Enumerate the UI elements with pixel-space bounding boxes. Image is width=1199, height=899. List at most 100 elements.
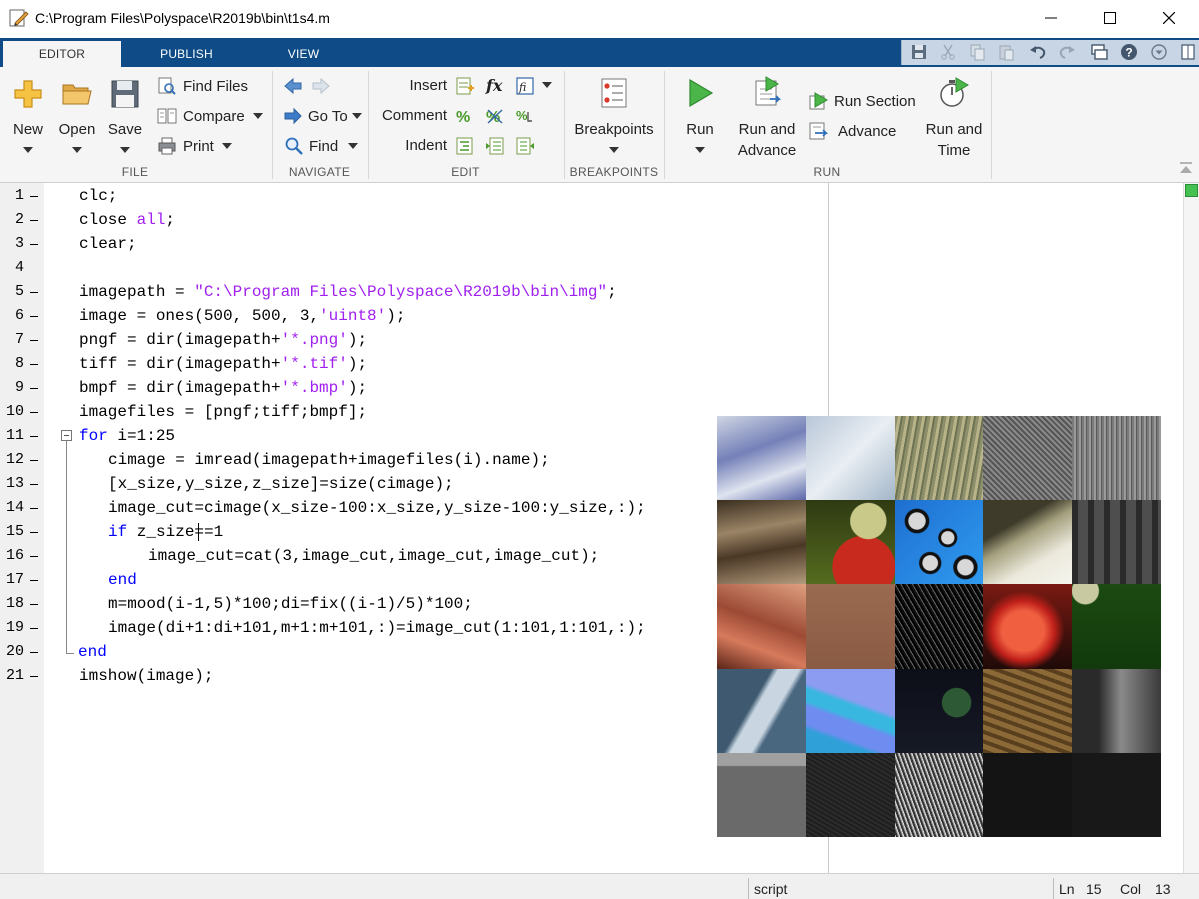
line-number-gutter: 1 2 3 4 5 6 7 8 9 10 11 12 13 14 15 16 17 18 19 20 21 xyxy=(0,183,44,873)
code-string: "C:\Program Files\Polyspace\R2019b\bin\i… xyxy=(194,283,608,301)
paste-icon[interactable] xyxy=(996,42,1016,62)
close-button[interactable] xyxy=(1140,0,1198,36)
comment-label: Comment xyxy=(381,107,447,124)
file-type-indicator: script xyxy=(748,878,1054,899)
run-section-button[interactable]: Run Section xyxy=(809,89,916,113)
code-line[interactable]: [x_size,y_size,z_size]=size(cimage); xyxy=(108,472,454,496)
smart-indent-icon[interactable] xyxy=(455,136,475,156)
chevron-down-icon xyxy=(120,147,130,153)
breakpoint-marker[interactable] xyxy=(30,292,38,293)
copy-icon[interactable] xyxy=(967,42,987,62)
find-files-button[interactable]: Find Files xyxy=(157,74,248,98)
breakpoint-marker[interactable] xyxy=(30,388,38,389)
breakpoint-marker[interactable] xyxy=(30,436,38,437)
code-line[interactable]: if z_size==1 xyxy=(108,520,223,544)
compare-label: Compare xyxy=(183,107,245,125)
vertical-scrollbar[interactable] xyxy=(1183,183,1199,873)
expand-toolstrip-icon[interactable] xyxy=(1149,42,1169,62)
run-button[interactable]: Run xyxy=(676,73,724,159)
minimize-button[interactable] xyxy=(1022,0,1080,36)
breakpoints-button[interactable]: Breakpoints xyxy=(570,73,658,159)
tab-editor[interactable]: EDITOR xyxy=(3,41,121,67)
code-line[interactable]: tiff = dir(imagepath+'*.tif'); xyxy=(79,352,367,376)
collapse-toolstrip-icon[interactable] xyxy=(1178,160,1194,178)
code-text: ); xyxy=(347,379,368,397)
code-line[interactable]: image_cut=cat(3,image_cut,image_cut,imag… xyxy=(148,544,599,568)
back-arrow-icon[interactable] xyxy=(283,76,303,96)
save-icon xyxy=(111,80,139,108)
insert-function-icon[interactable]: fx xyxy=(485,75,505,95)
breakpoint-marker[interactable] xyxy=(30,484,38,485)
breakpoint-marker[interactable] xyxy=(30,220,38,221)
undo-icon[interactable] xyxy=(1028,42,1048,62)
code-line[interactable]: imagefiles = [pngf;tiff;bmpf]; xyxy=(79,400,367,424)
fold-toggle-icon[interactable] xyxy=(61,430,72,441)
chevron-down-icon[interactable] xyxy=(542,82,552,88)
insert-section-icon[interactable] xyxy=(455,76,475,96)
comment-icon[interactable]: % xyxy=(455,106,475,126)
new-button[interactable]: New xyxy=(4,73,52,159)
breakpoint-marker[interactable] xyxy=(30,460,38,461)
wrap-comments-icon[interactable]: % xyxy=(515,106,535,126)
insert-function-template-icon[interactable]: fi xyxy=(515,76,535,96)
help-icon[interactable]: ? xyxy=(1119,42,1139,62)
breakpoint-marker[interactable] xyxy=(30,340,38,341)
run-and-time-button[interactable]: Run and Time xyxy=(920,73,988,159)
code-line[interactable]: imagepath = "C:\Program Files\Polyspace\… xyxy=(79,280,617,304)
chevron-down-icon xyxy=(348,143,359,149)
undock-icon[interactable] xyxy=(1178,42,1198,62)
breakpoint-marker[interactable] xyxy=(30,412,38,413)
forward-arrow-icon[interactable] xyxy=(311,76,331,96)
code-line[interactable]: cimage = imread(imagepath+imagefiles(i).… xyxy=(108,448,550,472)
code-line[interactable]: image(di+1:di+101,m+1:m+101,:)=image_cut… xyxy=(108,616,646,640)
code-editor[interactable]: 1 2 3 4 5 6 7 8 9 10 11 12 13 14 15 16 17 18 19 20 21 clc; cl… xyxy=(0,183,1183,873)
increase-indent-icon[interactable] xyxy=(485,136,505,156)
code-line[interactable]: image_cut=cimage(x_size-100:x_size,y_siz… xyxy=(108,496,646,520)
code-line[interactable]: clear; xyxy=(79,232,137,256)
breakpoint-marker[interactable] xyxy=(30,652,38,653)
tab-view[interactable]: VIEW xyxy=(251,41,356,67)
code-line[interactable]: close all; xyxy=(79,208,175,232)
breakpoint-marker[interactable] xyxy=(30,316,38,317)
save-button[interactable]: Save xyxy=(102,73,148,159)
redo-icon[interactable] xyxy=(1057,42,1077,62)
breakpoint-marker[interactable] xyxy=(30,196,38,197)
code-line[interactable]: pngf = dir(imagepath+'*.png'); xyxy=(79,328,367,352)
compare-button[interactable]: Compare xyxy=(157,104,263,128)
breakpoint-marker[interactable] xyxy=(30,604,38,605)
code-text: z_size==1 xyxy=(127,523,224,541)
code-line[interactable]: for i=1:25 xyxy=(79,424,175,448)
advance-button[interactable]: Advance xyxy=(809,119,896,143)
code-line[interactable]: bmpf = dir(imagepath+'*.bmp'); xyxy=(79,376,367,400)
code-line[interactable]: imshow(image); xyxy=(79,664,213,688)
breakpoint-marker[interactable] xyxy=(30,580,38,581)
breakpoint-marker[interactable] xyxy=(30,628,38,629)
tab-publish[interactable]: PUBLISH xyxy=(124,41,249,67)
breakpoint-marker[interactable] xyxy=(30,532,38,533)
find-button[interactable]: Find xyxy=(284,134,359,158)
maximize-button[interactable] xyxy=(1081,0,1139,36)
run-and-advance-button[interactable]: Run and Advance xyxy=(733,73,801,159)
scrollbar-thumb[interactable] xyxy=(1185,184,1198,197)
code-line[interactable]: end xyxy=(78,640,107,664)
breakpoint-marker[interactable] xyxy=(30,364,38,365)
code-line[interactable]: image = ones(500, 500, 3,'uint8'); xyxy=(79,304,405,328)
breakpoint-marker[interactable] xyxy=(30,556,38,557)
go-to-button[interactable]: Go To xyxy=(283,104,362,128)
switch-windows-icon[interactable] xyxy=(1089,42,1109,62)
code-line[interactable]: end xyxy=(108,568,137,592)
breakpoint-marker[interactable] xyxy=(30,508,38,509)
breakpoint-marker[interactable] xyxy=(30,244,38,245)
cut-icon[interactable] xyxy=(938,42,958,62)
go-to-label: Go To xyxy=(308,107,348,125)
save-icon[interactable] xyxy=(909,42,929,62)
open-button[interactable]: Open xyxy=(53,73,101,159)
code-line[interactable]: m=mood(i-1,5)*100;di=fix((i-1)/5)*100; xyxy=(108,592,473,616)
uncomment-icon[interactable]: % xyxy=(485,106,505,126)
print-button[interactable]: Print xyxy=(157,134,232,158)
breakpoint-marker[interactable] xyxy=(30,676,38,677)
new-icon xyxy=(14,80,42,108)
code-text: clear; xyxy=(79,235,137,253)
code-line[interactable]: clc; xyxy=(79,184,117,208)
decrease-indent-icon[interactable] xyxy=(515,136,535,156)
